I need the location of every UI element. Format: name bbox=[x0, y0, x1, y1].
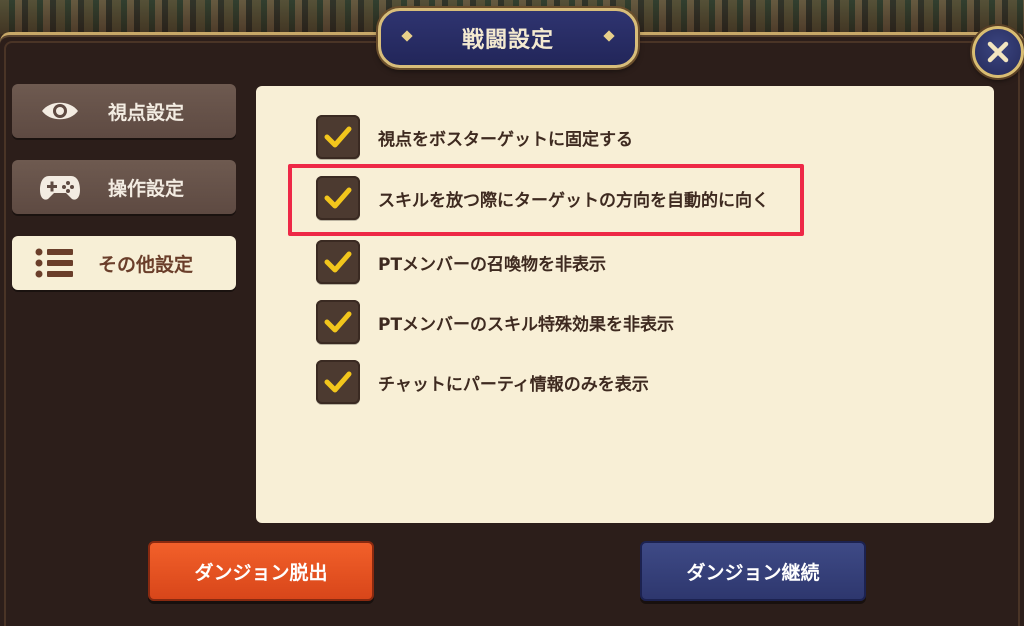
diamond-ornament-right bbox=[603, 30, 615, 42]
option-label: PTメンバーのスキル特殊効果を非表示 bbox=[378, 314, 675, 335]
option-label: スキルを放つ際にターゲットの方向を自動的に向く bbox=[378, 190, 769, 211]
check-icon bbox=[324, 311, 352, 333]
title-banner: 戦闘設定 bbox=[378, 8, 638, 68]
eye-icon bbox=[12, 99, 108, 123]
check-icon bbox=[324, 187, 352, 209]
options-panel: 視点をボスターゲットに固定する スキルを放つ際にターゲットの方向を自動的に向く … bbox=[256, 86, 994, 523]
tab-label: 操作設定 bbox=[108, 177, 185, 200]
tab-other-settings[interactable]: その他設定 bbox=[12, 236, 236, 290]
option-row-hide-skill-effects[interactable]: PTメンバーのスキル特殊効果を非表示 bbox=[316, 300, 674, 344]
checkbox[interactable] bbox=[316, 115, 360, 159]
option-row-auto-face-target[interactable]: スキルを放つ際にターゲットの方向を自動的に向く bbox=[316, 176, 769, 220]
tab-label: その他設定 bbox=[98, 253, 194, 276]
diamond-ornament-left bbox=[401, 30, 413, 42]
checkbox[interactable] bbox=[316, 360, 360, 404]
tab-view-settings[interactable]: 視点設定 bbox=[12, 84, 236, 138]
option-label: チャットにパーティ情報のみを表示 bbox=[378, 374, 649, 395]
checkbox[interactable] bbox=[316, 176, 360, 220]
close-icon bbox=[987, 41, 1009, 63]
option-label: PTメンバーの召喚物を非表示 bbox=[378, 254, 607, 275]
tab-control-settings[interactable]: 操作設定 bbox=[12, 160, 236, 214]
check-icon bbox=[324, 126, 352, 148]
gamepad-icon bbox=[12, 172, 108, 202]
option-row-hide-summons[interactable]: PTメンバーの召喚物を非表示 bbox=[316, 240, 606, 284]
option-label: 視点をボスターゲットに固定する bbox=[378, 129, 633, 150]
check-icon bbox=[324, 251, 352, 273]
checkbox[interactable] bbox=[316, 240, 360, 284]
check-icon bbox=[324, 371, 352, 393]
list-icon bbox=[12, 248, 98, 278]
checkbox[interactable] bbox=[316, 300, 360, 344]
tab-label: 視点設定 bbox=[108, 101, 185, 124]
continue-dungeon-button[interactable]: ダンジョン継続 bbox=[640, 541, 866, 601]
option-row-party-chat-only[interactable]: チャットにパーティ情報のみを表示 bbox=[316, 360, 649, 404]
close-button[interactable] bbox=[972, 26, 1024, 78]
page-title: 戦闘設定 bbox=[461, 28, 554, 53]
option-row-lock-boss-view[interactable]: 視点をボスターゲットに固定する bbox=[316, 115, 633, 159]
exit-dungeon-button[interactable]: ダンジョン脱出 bbox=[148, 541, 374, 601]
